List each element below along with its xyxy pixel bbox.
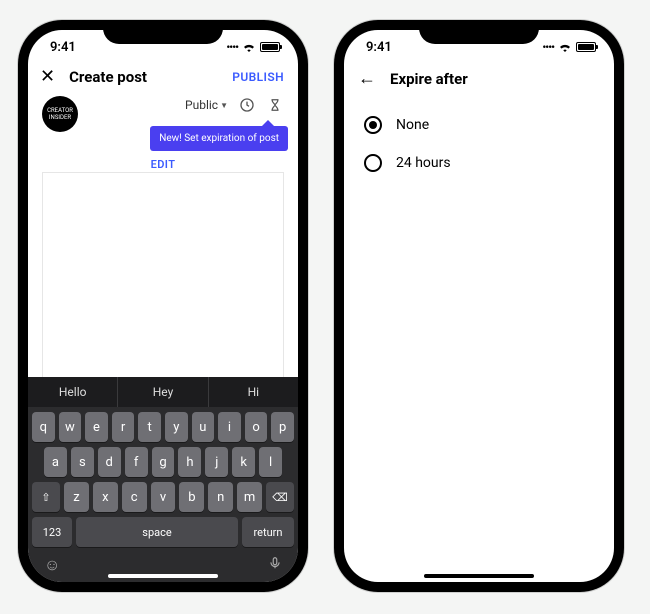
key[interactable]: u xyxy=(192,412,215,442)
visibility-selector[interactable]: Public ▼ xyxy=(185,98,228,112)
page-title: Expire after xyxy=(390,70,468,88)
shift-key[interactable]: ⇧ xyxy=(32,482,60,512)
key[interactable]: q xyxy=(32,412,55,442)
option-label: None xyxy=(396,117,429,133)
backspace-key[interactable]: ⌫ xyxy=(266,482,294,512)
suggestion[interactable]: Hello xyxy=(28,377,118,407)
screen-right: 9:41 •••• ← Expire after None 24 hours xyxy=(344,30,614,582)
mic-icon[interactable] xyxy=(268,554,282,576)
key[interactable]: w xyxy=(59,412,82,442)
key[interactable]: a xyxy=(44,447,67,477)
key[interactable]: m xyxy=(237,482,262,512)
key[interactable]: p xyxy=(271,412,294,442)
key[interactable]: o xyxy=(245,412,268,442)
emoji-icon[interactable]: ☺ xyxy=(44,555,60,575)
key[interactable]: n xyxy=(208,482,233,512)
key[interactable]: c xyxy=(122,482,147,512)
signal-icon: •••• xyxy=(542,41,554,54)
key[interactable]: d xyxy=(98,447,121,477)
key[interactable]: x xyxy=(93,482,118,512)
key-row-4: 123 space return xyxy=(28,512,298,552)
numeric-key[interactable]: 123 xyxy=(32,517,72,547)
key[interactable]: b xyxy=(179,482,204,512)
close-icon[interactable]: ✕ xyxy=(40,68,55,86)
status-time: 9:41 xyxy=(366,40,392,55)
key-row-2: a s d f g h j k l xyxy=(28,442,298,477)
key[interactable]: k xyxy=(232,447,255,477)
expire-header: ← Expire after xyxy=(344,64,614,96)
suggestion[interactable]: Hey xyxy=(118,377,208,407)
key[interactable]: v xyxy=(151,482,176,512)
post-text-input[interactable] xyxy=(42,172,284,377)
visibility-label: Public xyxy=(185,98,218,112)
key[interactable]: z xyxy=(64,482,89,512)
space-key[interactable]: space xyxy=(76,517,238,547)
avatar[interactable]: CREATOR INSIDER xyxy=(42,96,78,132)
expiration-icon[interactable] xyxy=(266,96,284,114)
key[interactable]: t xyxy=(138,412,161,442)
key[interactable]: i xyxy=(218,412,241,442)
return-key[interactable]: return xyxy=(242,517,294,547)
wifi-icon xyxy=(558,42,572,52)
key[interactable]: f xyxy=(125,447,148,477)
page-title: Create post xyxy=(69,68,147,86)
status-right: •••• xyxy=(226,41,280,54)
wifi-icon xyxy=(242,42,256,52)
schedule-icon[interactable] xyxy=(238,96,256,114)
key-row-3: ⇧ z x c v b n m ⌫ xyxy=(28,477,298,512)
key-row-1: q w e r t y u i o p xyxy=(28,407,298,442)
key[interactable]: l xyxy=(259,447,282,477)
notch xyxy=(103,20,223,44)
home-indicator[interactable] xyxy=(424,574,534,578)
expiration-tooltip: New! Set expiration of post xyxy=(150,126,288,151)
publish-button[interactable]: PUBLISH xyxy=(232,70,284,84)
expire-option-24h[interactable]: 24 hours xyxy=(350,144,608,182)
key[interactable]: g xyxy=(152,447,175,477)
edit-button[interactable]: EDIT xyxy=(151,158,176,171)
battery-icon xyxy=(260,42,280,52)
expire-option-none[interactable]: None xyxy=(350,106,608,144)
screen-left: 9:41 •••• ✕ Create post PUBLISH CREATOR … xyxy=(28,30,298,582)
key[interactable]: e xyxy=(85,412,108,442)
key[interactable]: r xyxy=(112,412,135,442)
expire-options: None 24 hours xyxy=(344,96,614,192)
option-label: 24 hours xyxy=(396,155,451,171)
phone-left: 9:41 •••• ✕ Create post PUBLISH CREATOR … xyxy=(18,20,308,592)
key[interactable]: j xyxy=(205,447,228,477)
key[interactable]: y xyxy=(165,412,188,442)
status-right: •••• xyxy=(542,41,596,54)
back-icon[interactable]: ← xyxy=(358,70,376,88)
phone-right: 9:41 •••• ← Expire after None 24 hours xyxy=(334,20,624,592)
keyboard: Hello Hey Hi q w e r t y u i o p a s d f xyxy=(28,377,298,582)
key[interactable]: s xyxy=(71,447,94,477)
home-indicator[interactable] xyxy=(108,574,218,578)
create-post-header: ✕ Create post PUBLISH xyxy=(28,64,298,88)
status-time: 9:41 xyxy=(50,40,76,55)
suggestion-row: Hello Hey Hi xyxy=(28,377,298,407)
key[interactable]: h xyxy=(178,447,201,477)
battery-icon xyxy=(576,42,596,52)
radio-unselected-icon xyxy=(364,154,382,172)
radio-selected-icon xyxy=(364,116,382,134)
notch xyxy=(419,20,539,44)
signal-icon: •••• xyxy=(226,41,238,54)
suggestion[interactable]: Hi xyxy=(209,377,298,407)
chevron-down-icon: ▼ xyxy=(220,101,228,110)
